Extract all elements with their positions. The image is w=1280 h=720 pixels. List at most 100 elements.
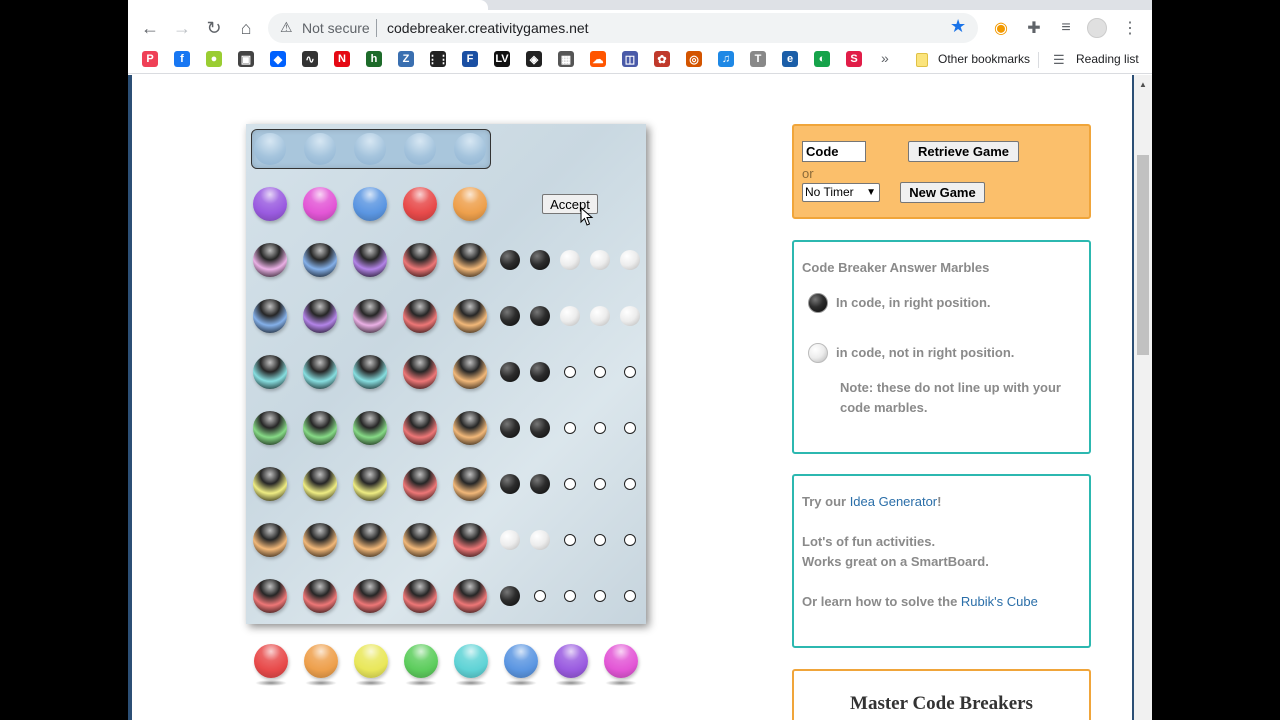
guess-marble-yellow xyxy=(253,467,287,501)
answer-peg-empty xyxy=(624,534,636,546)
lv-icon[interactable]: LV xyxy=(494,51,510,67)
idea-generator-line: Try our Idea Generator! xyxy=(802,494,941,509)
palette-marble-green[interactable] xyxy=(404,644,438,678)
rubiks-cube-link[interactable]: Rubik's Cube xyxy=(961,594,1038,609)
answer-peg-empty xyxy=(534,590,546,602)
forward-icon[interactable]: → xyxy=(168,14,196,42)
url-text[interactable]: codebreaker.creativitygames.net xyxy=(387,20,589,36)
ext-box-icon[interactable]: ▣ xyxy=(238,51,254,67)
folder-icon[interactable] xyxy=(916,53,928,67)
grid-dots-icon[interactable]: ⋮⋮ xyxy=(427,51,449,67)
bookmarks-bar: Pf ● ▣ ◆ ∿ Nh Z ⋮⋮ F LV ◈ ▦ ☁ ◫ ✿ ◎ ♫ Te ◐ S » Other bookma… xyxy=(128,46,1152,74)
address-bar[interactable]: ⚠ Not secure codebreaker.creativitygames… xyxy=(268,13,978,43)
answer-peg-black xyxy=(500,474,520,494)
table-icon[interactable]: ▦ xyxy=(558,51,574,67)
ext-lime-icon[interactable]: ● xyxy=(206,51,222,67)
idea-generator-link[interactable]: Idea Generator xyxy=(850,494,937,509)
guess-marble-orange xyxy=(453,355,487,389)
bookmark-star-icon[interactable]: ★ xyxy=(950,16,966,37)
facebook-icon[interactable]: f xyxy=(174,51,190,67)
master-code-breakers-box: Master Code Breakers xyxy=(792,669,1091,720)
palette-shadow xyxy=(305,680,337,686)
or-label: or xyxy=(802,166,814,181)
scroll-thumb[interactable] xyxy=(1137,155,1149,355)
timer-select[interactable]: No Timer ▼ xyxy=(802,183,880,202)
answer-peg-white xyxy=(620,250,640,270)
bookmarks-overflow-icon[interactable]: » xyxy=(881,50,889,66)
cube-icon[interactable]: ◫ xyxy=(622,51,638,67)
active-tab[interactable] xyxy=(128,0,488,10)
reading-list-icon[interactable]: ☰ xyxy=(1053,52,1065,68)
scroll-up-icon[interactable]: ▲ xyxy=(1139,80,1147,89)
guess-marble-cyan xyxy=(303,355,337,389)
hidden-code-marble xyxy=(254,133,286,165)
guess-marble-red xyxy=(403,299,437,333)
palette-marble-purple[interactable] xyxy=(554,644,588,678)
answer-peg-white xyxy=(500,530,520,550)
pocket-icon[interactable]: P xyxy=(142,51,158,67)
home-icon[interactable]: ⌂ xyxy=(232,14,260,42)
extension-c-icon[interactable]: ◉ xyxy=(990,17,1012,39)
dropbox-icon[interactable]: ◆ xyxy=(270,51,286,67)
extensions-puzzle-icon[interactable]: ✚ xyxy=(1023,17,1045,39)
reading-list[interactable]: Reading list xyxy=(1076,52,1139,66)
guess-marble-orange xyxy=(353,523,387,557)
guess-marble-orange[interactable] xyxy=(453,187,487,221)
guess-marble-red[interactable] xyxy=(403,187,437,221)
guess-marble-red xyxy=(403,355,437,389)
s-pink-icon[interactable]: S xyxy=(846,51,862,67)
guess-marble-red xyxy=(353,579,387,613)
audio-wave-icon[interactable]: ∿ xyxy=(302,51,318,67)
security-label[interactable]: Not secure xyxy=(302,20,370,36)
try-suffix: ! xyxy=(937,494,942,509)
zotero-icon[interactable]: Z xyxy=(398,51,414,67)
new-game-button[interactable]: New Game xyxy=(900,182,985,203)
answer-peg-empty xyxy=(594,366,606,378)
code-input[interactable] xyxy=(802,141,866,162)
answer-peg-black xyxy=(530,306,550,326)
profile-avatar-icon[interactable] xyxy=(1086,17,1108,39)
gear-red-icon[interactable]: ✿ xyxy=(654,51,670,67)
e-blue-icon[interactable]: e xyxy=(782,51,798,67)
soundcloud-icon[interactable]: ☁ xyxy=(590,51,606,67)
answer-peg-black xyxy=(530,362,550,382)
palette-shadow xyxy=(255,680,287,686)
unity-icon[interactable]: ◈ xyxy=(526,51,542,67)
vertical-scrollbar[interactable]: ▲ xyxy=(1134,75,1152,720)
palette-shadow xyxy=(405,680,437,686)
guess-marble-blue[interactable] xyxy=(353,187,387,221)
palette-marble-magenta[interactable] xyxy=(604,644,638,678)
guess-marble-purple[interactable] xyxy=(253,187,287,221)
guess-marble-purple xyxy=(353,243,387,277)
circle-green-icon[interactable]: ◐ xyxy=(814,51,830,67)
f-blue-icon[interactable]: F xyxy=(462,51,478,67)
other-bookmarks[interactable]: Other bookmarks xyxy=(938,52,1030,66)
answer-peg-white xyxy=(530,530,550,550)
music-icon[interactable]: ♫ xyxy=(718,51,734,67)
netflix-icon[interactable]: N xyxy=(334,51,350,67)
palette-marble-red[interactable] xyxy=(254,644,288,678)
menu-kebab-icon[interactable]: ⋮ xyxy=(1119,17,1141,39)
answer-peg-empty xyxy=(624,366,636,378)
fun-activities-text: Lot's of fun activities. xyxy=(802,534,936,549)
t-grey-icon[interactable]: T xyxy=(750,51,766,67)
guess-marble-magenta[interactable] xyxy=(303,187,337,221)
palette-marble-cyan[interactable] xyxy=(454,644,488,678)
guess-marble-orange xyxy=(403,523,437,557)
media-queue-icon[interactable]: ≡ xyxy=(1055,17,1077,39)
retrieve-game-button[interactable]: Retrieve Game xyxy=(908,141,1019,162)
answer-peg-empty xyxy=(624,478,636,490)
palette-marble-orange[interactable] xyxy=(304,644,338,678)
palette-marble-blue[interactable] xyxy=(504,644,538,678)
warning-icon[interactable]: ⚠ xyxy=(280,19,293,36)
reload-icon[interactable]: ↻ xyxy=(200,14,228,42)
guess-marble-orange xyxy=(453,243,487,277)
ring-icon[interactable]: ◎ xyxy=(686,51,702,67)
back-icon[interactable]: ← xyxy=(136,14,164,42)
answer-peg-white xyxy=(590,306,610,326)
guess-marble-orange xyxy=(253,523,287,557)
h-green-icon[interactable]: h xyxy=(366,51,382,67)
palette-marble-yellow[interactable] xyxy=(354,644,388,678)
answer-peg-black xyxy=(500,306,520,326)
tab-strip xyxy=(128,0,1152,10)
